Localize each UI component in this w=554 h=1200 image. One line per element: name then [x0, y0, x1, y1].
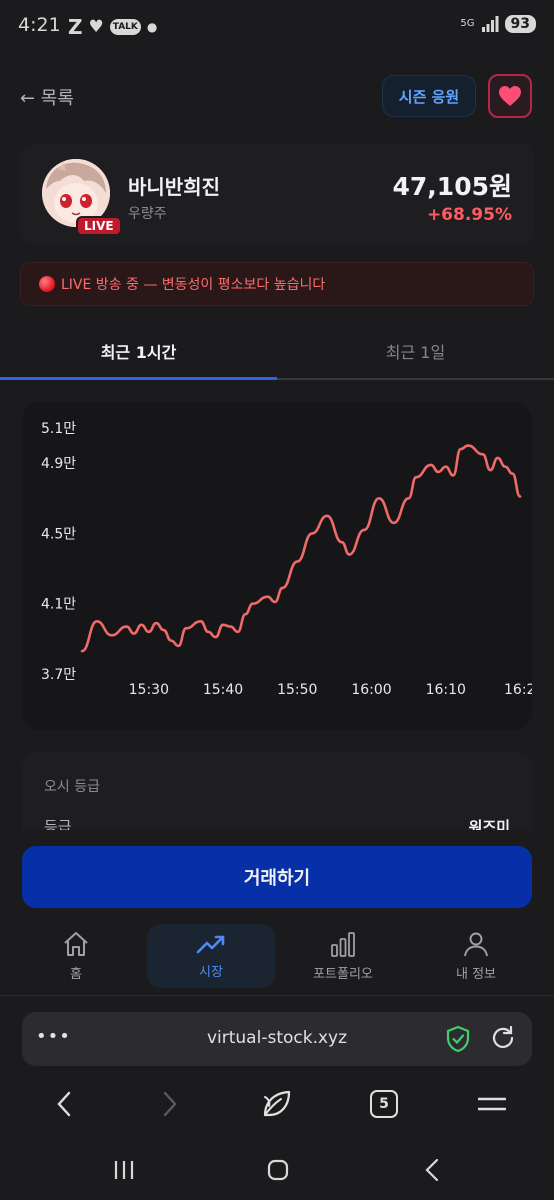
- leaf-icon: [263, 1090, 291, 1117]
- nav-profile-label: 내 정보: [455, 966, 496, 982]
- season-cheer-button[interactable]: 시즌 응원: [382, 75, 476, 117]
- live-volatility-alert: LIVE 방송 중 — 변동성이 평소보다 높습니다: [20, 262, 534, 306]
- x-tick-label: 15:40: [203, 682, 243, 698]
- browser-menu-button[interactable]: [472, 1086, 512, 1122]
- chevron-right-icon: [163, 1091, 177, 1117]
- page-header: ← 목록 시즌 응원: [0, 72, 554, 122]
- browser-home-button[interactable]: [257, 1086, 297, 1122]
- tab-1-hour[interactable]: 최근 1시간: [0, 322, 277, 380]
- alert-text: LIVE 방송 중 — 변동성이 평소보다 높습니다: [61, 277, 326, 293]
- system-status: 5G 93: [460, 15, 536, 33]
- shield-check-icon[interactable]: [446, 1025, 470, 1053]
- browser-toolbar: 5: [0, 1076, 554, 1132]
- status-bar: 4:21 Z ♥ TALK ● 5G 93: [0, 0, 554, 54]
- price-series-line: [80, 444, 522, 653]
- system-navigation-bar: [0, 1140, 554, 1200]
- y-tick-label: 4.9만: [41, 456, 76, 472]
- notification-icons: Z ♥ TALK ●: [68, 15, 157, 39]
- system-home-button[interactable]: [258, 1154, 298, 1186]
- price-chart: 5.1만 4.9만 4.5만 4.1만 3.7만 15:30 15:40 15:50 16:00…: [22, 402, 532, 730]
- reload-icon[interactable]: [490, 1025, 516, 1051]
- nav-profile[interactable]: 내 정보: [412, 924, 540, 988]
- browser-forward-button[interactable]: [150, 1086, 190, 1122]
- y-tick-label: 3.7만: [41, 667, 76, 683]
- battery-icon: 93: [504, 15, 536, 33]
- tab-1-day[interactable]: 최근 1일: [277, 322, 554, 380]
- x-tick-label: 16:10: [426, 682, 466, 698]
- back-to-list-link[interactable]: ← 목록: [20, 84, 74, 110]
- x-tick-label: 16:00: [351, 682, 391, 698]
- hamburger-menu-icon: [478, 1097, 506, 1111]
- stock-price: 47,105원: [392, 172, 512, 201]
- tab-switcher-button[interactable]: 5: [364, 1086, 404, 1122]
- stock-category: 우량주: [128, 206, 167, 222]
- y-tick-label: 5.1만: [41, 421, 76, 437]
- network-label: 5G: [460, 18, 475, 29]
- grade-value: 워즈미: [468, 818, 510, 830]
- active-tab-indicator: [0, 377, 277, 380]
- nav-market[interactable]: 시장: [147, 924, 275, 988]
- stock-summary-card: LIVE 바니반희진 우량주 47,105원 +68.95%: [20, 143, 534, 245]
- trending-up-icon: [196, 935, 225, 953]
- browser-back-button[interactable]: [44, 1086, 84, 1122]
- nav-home-label: 홈: [70, 966, 82, 982]
- heart-icon: [499, 86, 521, 106]
- y-tick-label: 4.5만: [41, 526, 76, 542]
- dot-icon: ●: [146, 20, 158, 34]
- nav-market-label: 시장: [199, 964, 223, 980]
- user-icon: [464, 932, 488, 956]
- favorite-button[interactable]: [488, 74, 532, 118]
- grade-label: 등급: [44, 818, 72, 830]
- x-tick-label: 15:50: [277, 682, 317, 698]
- x-tick-label: 16:2: [504, 682, 532, 698]
- nav-home[interactable]: 홈: [12, 924, 140, 988]
- system-back-icon: [425, 1158, 439, 1182]
- grade-title: 오시 등급: [44, 779, 100, 795]
- price-line-chart: 5.1만 4.9만 4.5만 4.1만 3.7만 15:30 15:40 15:50 16:00…: [41, 421, 532, 698]
- talk-icon: TALK: [109, 19, 141, 35]
- red-circle-icon: [39, 276, 55, 292]
- system-back-button[interactable]: [412, 1154, 452, 1186]
- signal-icon: [481, 16, 499, 32]
- bar-chart-icon: [331, 931, 355, 957]
- recent-apps-icon: [114, 1161, 134, 1179]
- home-icon: [64, 931, 88, 956]
- x-tick-label: 15:30: [129, 682, 169, 698]
- status-time: 4:21: [18, 14, 61, 36]
- chevron-left-icon: [57, 1091, 71, 1117]
- browser-address-bar[interactable]: ••• virtual-stock.xyz: [22, 1012, 532, 1066]
- heart-notification-icon: ♥: [88, 17, 104, 37]
- recent-apps-button[interactable]: [104, 1154, 144, 1186]
- y-tick-label: 4.1만: [41, 597, 76, 613]
- z-app-icon: Z: [68, 15, 83, 39]
- fan-grade-card: 오시 등급 등급 워즈미: [22, 752, 532, 830]
- live-badge: LIVE: [76, 216, 122, 236]
- period-tabs: 최근 1시간 최근 1일: [0, 322, 554, 380]
- nav-portfolio-label: 포트폴리오: [313, 966, 373, 982]
- bottom-nav: 홈 시장 포트폴리오 내 정보: [0, 920, 554, 996]
- nav-portfolio[interactable]: 포트폴리오: [279, 924, 407, 988]
- stock-change: +68.95%: [426, 205, 512, 225]
- trade-button[interactable]: 거래하기: [22, 846, 532, 908]
- tab-count-icon: 5: [370, 1090, 398, 1118]
- stock-name: 바니반희진: [128, 175, 220, 199]
- system-home-icon: [267, 1159, 289, 1181]
